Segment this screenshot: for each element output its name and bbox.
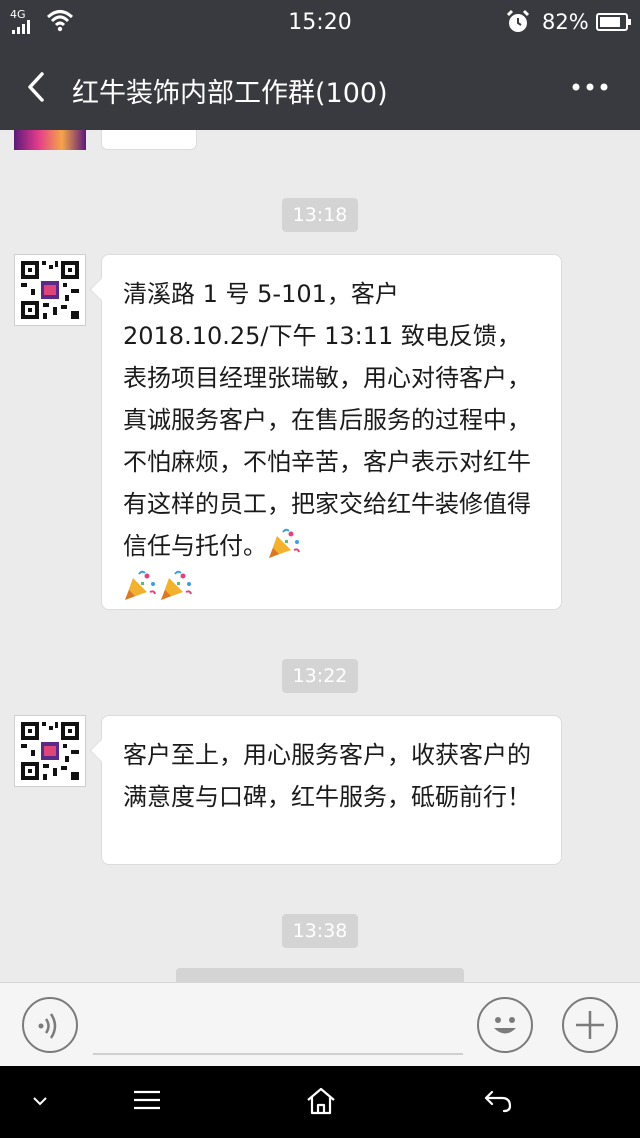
add-more-button[interactable] bbox=[562, 997, 618, 1053]
chat-header: 红牛装饰内部工作群(100) bbox=[0, 44, 640, 130]
system-navigation-bar bbox=[0, 1066, 640, 1138]
message-list[interactable]: 13:18 清溪路 1 号 5-101，客户 2018.10.25/下午 13:… bbox=[0, 130, 640, 982]
party-popper-icon bbox=[269, 528, 300, 558]
alarm-icon bbox=[506, 9, 530, 32]
message-timestamp: 13:38 bbox=[282, 914, 358, 948]
emoji-button[interactable] bbox=[477, 997, 533, 1053]
battery-icon bbox=[596, 13, 631, 31]
message-bubble[interactable]: 客户至上，用心服务客户，收获客户的满意度与口碑，红牛服务，砥砺前行！ bbox=[101, 715, 562, 865]
menu-icon[interactable] bbox=[132, 1086, 162, 1114]
plus-icon bbox=[576, 1011, 604, 1039]
chevron-down-icon[interactable] bbox=[30, 1094, 50, 1108]
message-bubble[interactable]: 清溪路 1 号 5-101，客户 2018.10.25/下午 13:11 致电反… bbox=[101, 254, 562, 610]
smiley-icon bbox=[494, 1017, 516, 1034]
avatar[interactable] bbox=[14, 130, 86, 150]
voice-icon bbox=[38, 1013, 57, 1039]
party-popper-icon bbox=[161, 570, 192, 600]
message-text: 清溪路 1 号 5-101，客户 2018.10.25/下午 13:11 致电反… bbox=[123, 280, 531, 560]
back-nav-icon[interactable] bbox=[482, 1086, 514, 1114]
message-timestamp: 13:18 bbox=[282, 198, 358, 232]
voice-input-button[interactable] bbox=[22, 997, 78, 1053]
back-icon[interactable] bbox=[22, 70, 52, 104]
home-icon[interactable] bbox=[305, 1086, 337, 1116]
qr-code-icon bbox=[21, 722, 79, 780]
more-options-icon[interactable] bbox=[570, 82, 610, 92]
party-popper-icon bbox=[125, 570, 156, 600]
message-text: 客户至上，用心服务客户，收获客户的满意度与口碑，红牛服务，砥砺前行！ bbox=[123, 741, 531, 811]
message-bubble[interactable] bbox=[101, 130, 197, 150]
battery-percent: 82% bbox=[542, 10, 589, 34]
avatar-qr-code[interactable] bbox=[14, 254, 86, 326]
message-timestamp: 13:22 bbox=[282, 659, 358, 693]
message-input[interactable] bbox=[93, 1053, 463, 1055]
message-bubble[interactable] bbox=[176, 968, 464, 982]
group-title: 红牛装饰内部工作群(100) bbox=[72, 78, 388, 109]
qr-code-icon bbox=[21, 261, 79, 319]
status-bar: 4G 15:20 82% bbox=[0, 0, 640, 44]
avatar-qr-code[interactable] bbox=[14, 715, 86, 787]
input-bar bbox=[0, 982, 640, 1066]
